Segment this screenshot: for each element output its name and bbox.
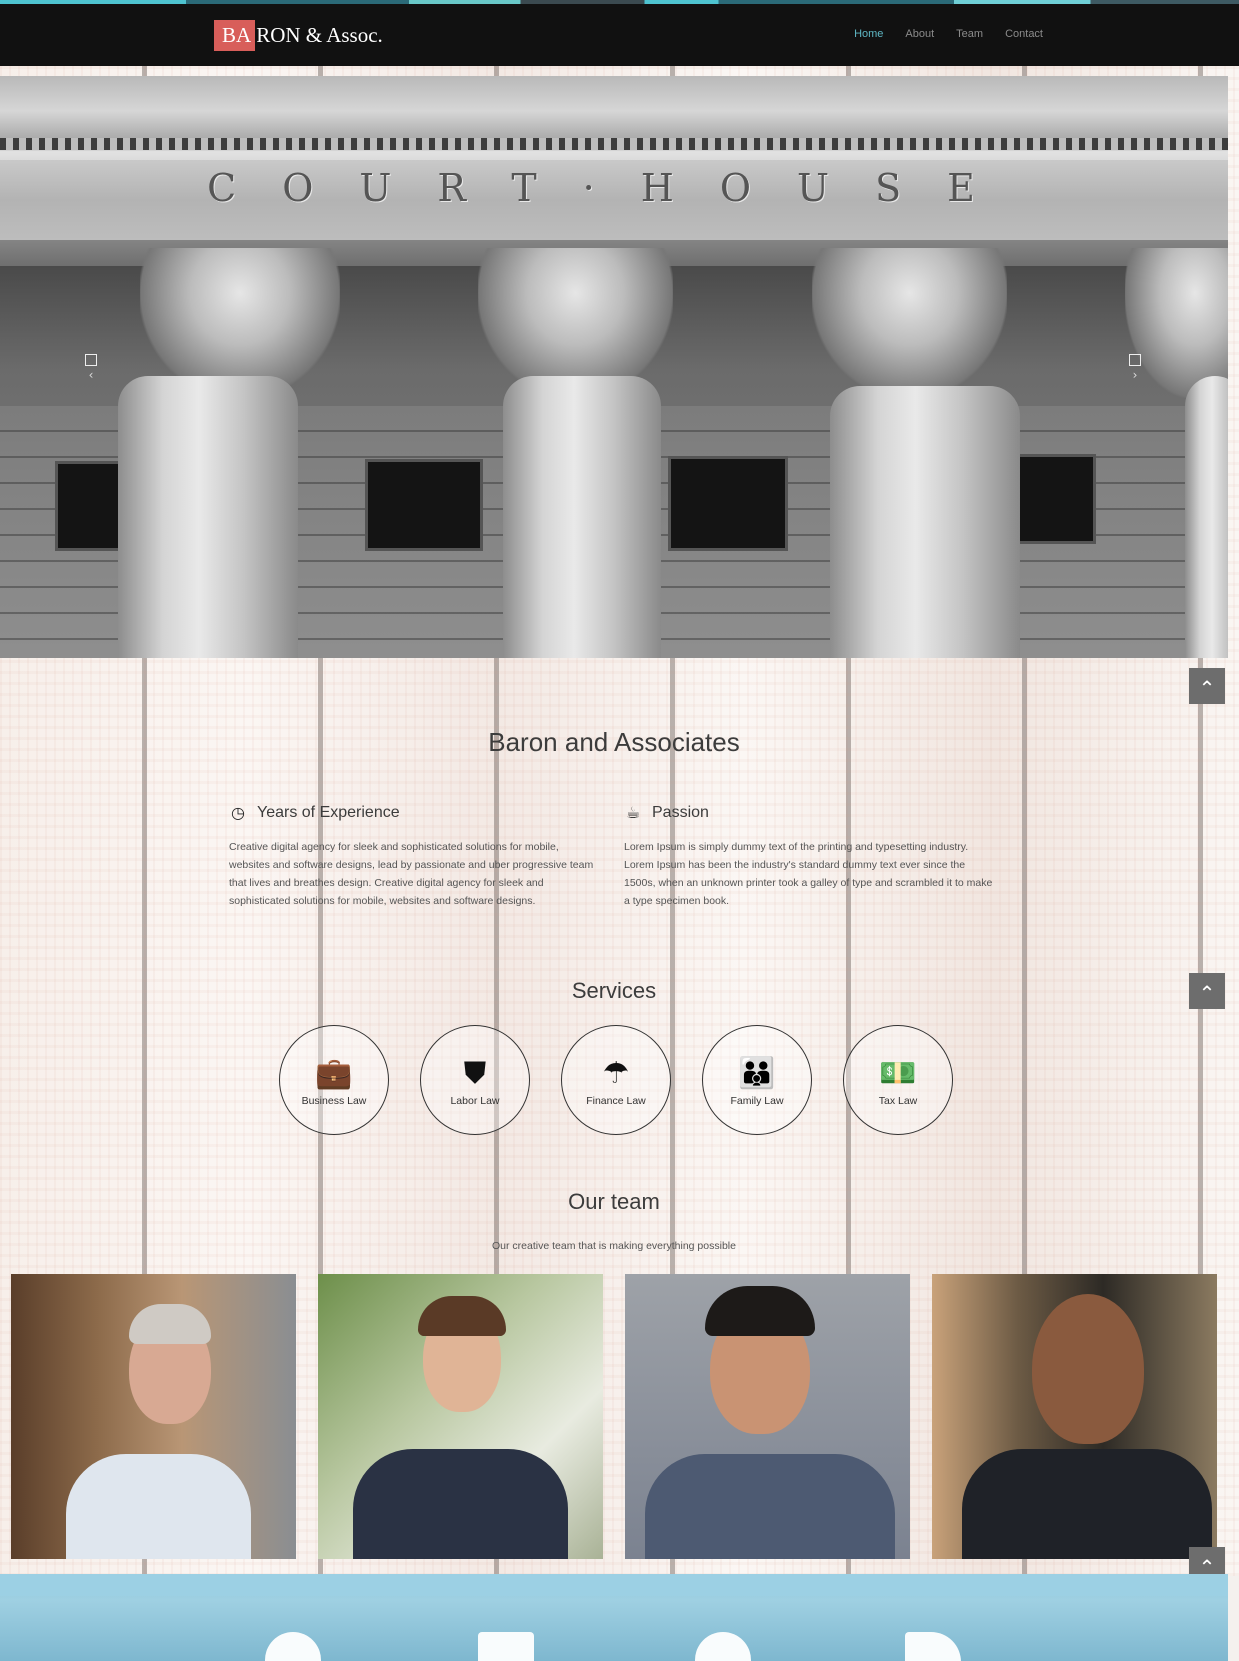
team-subtitle: Our creative team that is making everyth… (492, 1240, 736, 1252)
hero-column (503, 376, 661, 658)
slider-prev-box (85, 354, 97, 366)
chevron-left-icon: ‹ (88, 368, 94, 382)
service-label: Business Law (301, 1095, 367, 1107)
brand-logo[interactable]: BA RON & Assoc. (214, 20, 383, 51)
service-label: Labor Law (450, 1095, 500, 1107)
feature-heading: ◷ Years of Experience (229, 803, 599, 822)
nav-contact[interactable]: Contact (1005, 28, 1043, 40)
slider-next-box (1129, 354, 1141, 366)
chevron-up-icon: ⌃ (1198, 676, 1216, 700)
person-head (1032, 1294, 1144, 1444)
scroll-top-button[interactable]: ⌃ (1189, 668, 1225, 704)
nav-home[interactable]: Home (854, 28, 883, 40)
nav-about[interactable]: About (905, 28, 934, 40)
hero-column (1185, 376, 1228, 658)
team-member-photo[interactable] (11, 1274, 296, 1559)
services-title: Services (571, 978, 657, 1003)
nav-team[interactable]: Team (956, 28, 983, 40)
service-family-law[interactable]: 👪 Family Law (702, 1025, 812, 1135)
footer-band (0, 1574, 1228, 1661)
clock-icon: ◷ (231, 803, 245, 822)
person-body (645, 1454, 895, 1559)
service-label: Family Law (730, 1095, 784, 1107)
footer-band-top (0, 1574, 1228, 1596)
person-hair (129, 1304, 211, 1344)
brand-logo-text: RON & Assoc. (256, 23, 383, 47)
feature-title: Passion (652, 803, 709, 821)
hero-inscription: COURT·HOUSE (207, 166, 1021, 210)
service-label: Finance Law (586, 1095, 646, 1107)
slider-prev-button[interactable]: ‹ (85, 354, 97, 382)
hero-window (668, 456, 788, 551)
coffee-icon: ☕ (625, 803, 641, 822)
hero-window (1008, 454, 1096, 544)
chevron-right-icon: › (1132, 368, 1138, 382)
service-business-law[interactable]: 💼 Business Law (279, 1025, 389, 1135)
briefcase-icon (478, 1632, 534, 1661)
megaphone-icon (265, 1632, 321, 1661)
service-finance-law[interactable]: ☂ Finance Law (561, 1025, 671, 1135)
team-member-photo[interactable] (932, 1274, 1217, 1559)
feature-experience: ◷ Years of Experience Creative digital a… (229, 803, 599, 910)
team-member-photo[interactable] (318, 1274, 603, 1559)
hero-column-capital (812, 248, 1007, 398)
feature-text: Lorem Ipsum is simply dummy text of the … (624, 841, 993, 907)
feature-passion: ☕ Passion Lorem Ipsum is simply dummy te… (624, 803, 994, 910)
person-body (962, 1449, 1212, 1559)
team-grid (11, 1274, 1217, 1559)
feature-text: Creative digital agency for sleek and so… (229, 841, 594, 907)
users-icon: 👪 (738, 1056, 776, 1091)
hero-column (118, 376, 298, 658)
brand-logo-mark: BA (214, 20, 256, 51)
hero-window (365, 459, 483, 551)
slider-next-button[interactable]: › (1129, 354, 1141, 382)
main-nav: Home About Team Contact (854, 28, 1043, 40)
shield-icon: ⛊ (463, 1056, 487, 1091)
service-tax-law[interactable]: 💵 Tax Law (843, 1025, 953, 1135)
feature-heading: ☕ Passion (624, 803, 994, 822)
person-hair (705, 1286, 815, 1336)
team-member-photo[interactable] (625, 1274, 910, 1559)
team-title: Our team (568, 1189, 660, 1214)
umbrella-icon: ☂ (602, 1056, 630, 1091)
person-body (66, 1454, 251, 1559)
clock-icon (695, 1632, 751, 1661)
site-header: BA RON & Assoc. Home About Team Contact (0, 4, 1239, 66)
service-labor-law[interactable]: ⛊ Labor Law (420, 1025, 530, 1135)
services-list: 💼 Business Law ⛊ Labor Law ☂ Finance Law… (279, 1025, 953, 1135)
feature-title: Years of Experience (257, 803, 400, 821)
hero-slider: COURT·HOUSE ‹ › (0, 76, 1228, 658)
service-label: Tax Law (878, 1095, 918, 1107)
about-title: Baron and Associates (488, 727, 740, 757)
briefcase-icon: 💼 (315, 1056, 353, 1091)
hero-dentil-molding (0, 138, 1228, 150)
gavel-icon (905, 1632, 961, 1661)
person-body (353, 1449, 568, 1559)
hero-column (830, 386, 1020, 658)
money-icon: 💵 (879, 1056, 917, 1091)
person-hair (418, 1296, 506, 1336)
